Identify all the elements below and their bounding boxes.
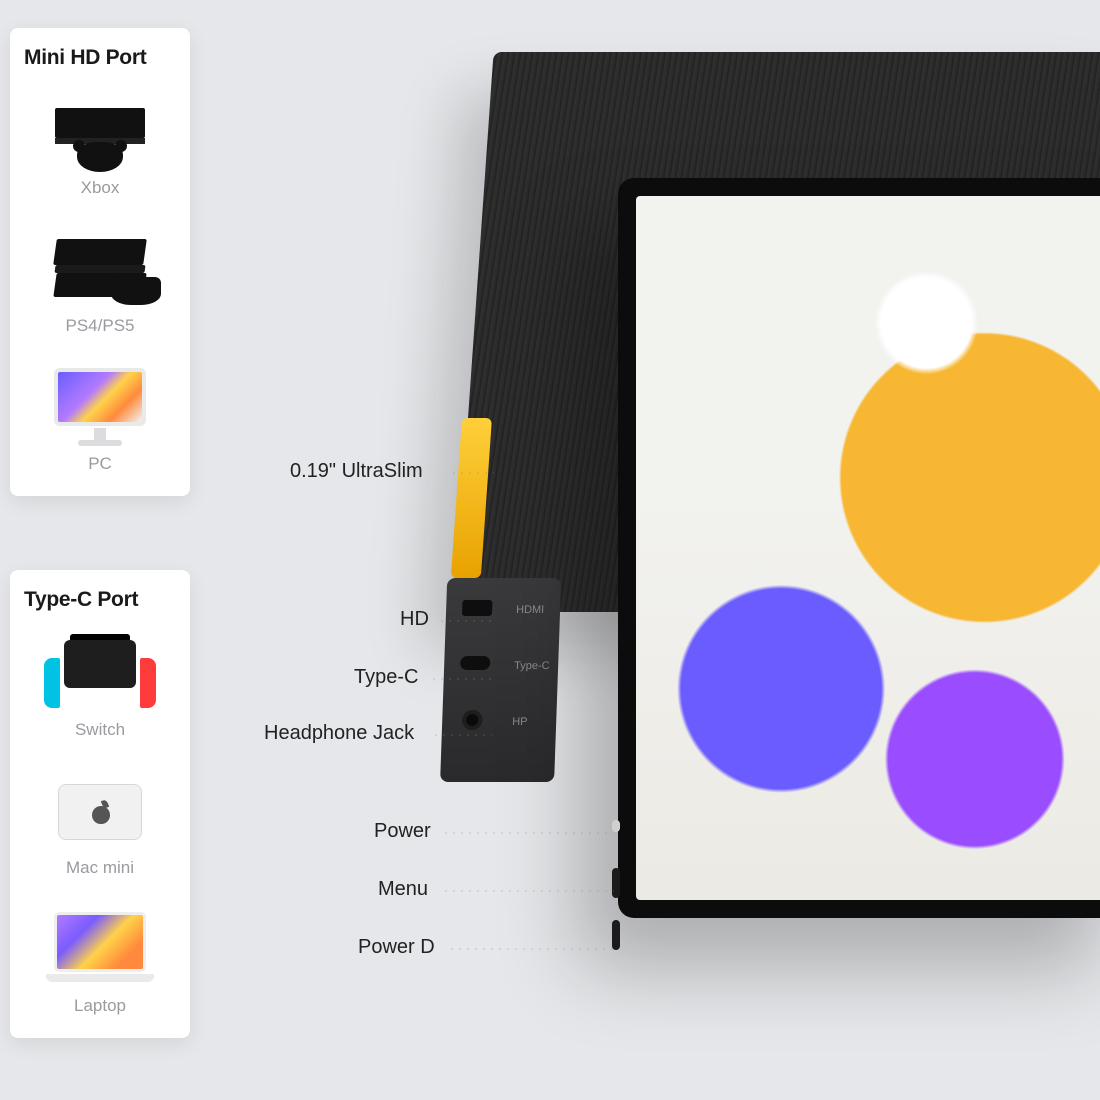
gold-accent — [451, 418, 492, 578]
callout-type-c: Type-C — [354, 666, 418, 689]
headphone-port-icon — [462, 710, 483, 730]
hdmi-port-icon — [462, 600, 493, 616]
pc-icon — [40, 362, 160, 452]
monitor-front-panel — [618, 178, 1100, 918]
type-c-port-label: Type-C — [514, 660, 550, 672]
mac-mini-icon — [40, 766, 160, 856]
leader-line — [450, 472, 494, 474]
leader-line — [448, 948, 614, 950]
type-c-port-icon — [460, 656, 490, 670]
type-c-port-card: Type-C Port Switch Mac mini Laptop — [10, 570, 190, 1038]
monitor-screen — [636, 196, 1100, 900]
type-c-port-title: Type-C Port — [24, 588, 176, 612]
playstation-icon — [40, 224, 160, 314]
hdmi-port-label: HDMI — [516, 604, 545, 616]
callout-power-d: Power D — [358, 936, 435, 959]
power-d-button-icon — [612, 920, 620, 950]
mini-hd-port-card: Mini HD Port Xbox PS4/PS5 PC — [10, 28, 190, 496]
port-block: HDMI Type-C HP — [440, 578, 561, 782]
callout-headphone-jack: Headphone Jack — [264, 722, 414, 745]
leader-line — [438, 620, 492, 622]
callout-menu: Menu — [378, 878, 428, 901]
switch-icon — [40, 628, 160, 718]
callout-ultraslim: 0.19" UltraSlim — [290, 460, 423, 483]
device-label: Xbox — [81, 178, 120, 198]
device-label: PS4/PS5 — [66, 316, 135, 336]
device-label: Switch — [75, 720, 125, 740]
device-item-pc: PC — [24, 362, 176, 474]
leader-line — [442, 832, 614, 834]
callout-power: Power — [374, 820, 431, 843]
power-button-icon — [612, 820, 620, 832]
device-label: Mac mini — [66, 858, 134, 878]
laptop-icon — [40, 904, 160, 994]
leader-line — [442, 890, 614, 892]
device-item-laptop: Laptop — [24, 904, 176, 1016]
leader-line — [432, 734, 492, 736]
device-label: PC — [88, 454, 112, 474]
device-item-switch: Switch — [24, 628, 176, 740]
device-item-xbox: Xbox — [24, 86, 176, 198]
device-item-mac-mini: Mac mini — [24, 766, 176, 878]
mini-hd-port-title: Mini HD Port — [24, 46, 176, 70]
callout-hd: HD — [400, 608, 429, 631]
leader-line — [430, 678, 492, 680]
hp-port-label: HP — [512, 716, 528, 728]
menu-button-icon — [612, 868, 620, 898]
device-label: Laptop — [74, 996, 126, 1016]
device-item-ps: PS4/PS5 — [24, 224, 176, 336]
xbox-icon — [40, 86, 160, 176]
